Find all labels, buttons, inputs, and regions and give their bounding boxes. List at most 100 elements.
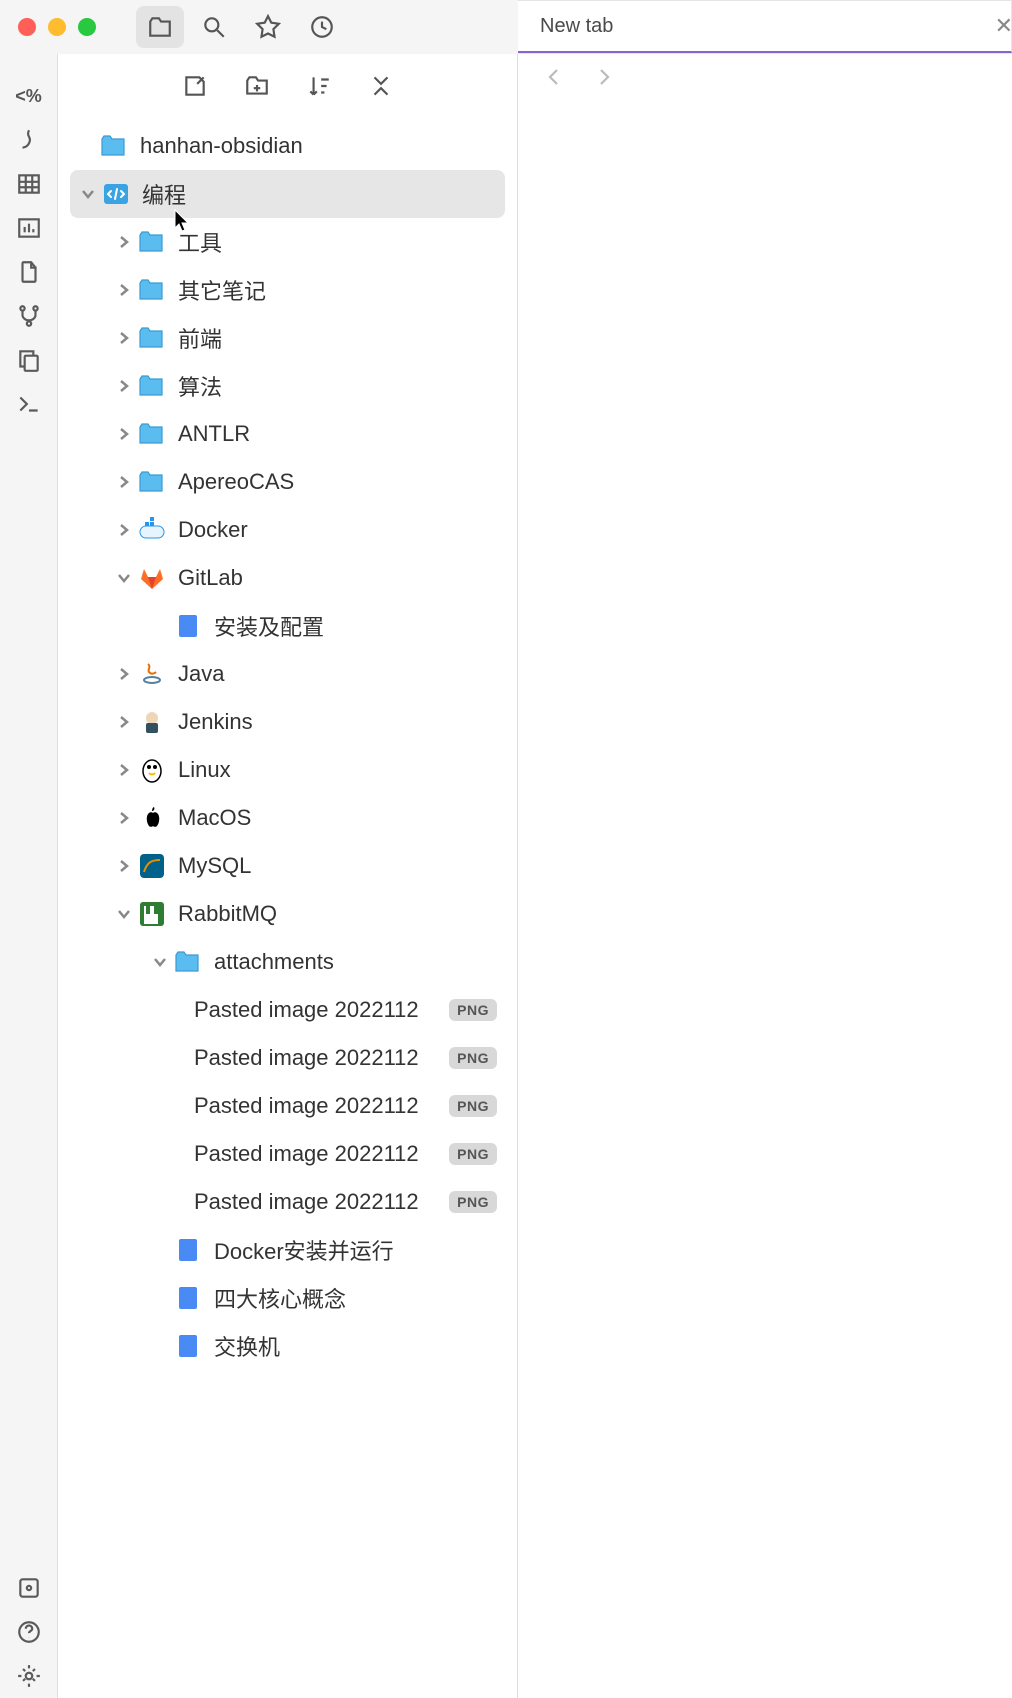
chevron-right-icon[interactable]: [112, 810, 136, 826]
folder-item[interactable]: MacOS: [70, 794, 505, 842]
star-icon[interactable]: [244, 6, 292, 48]
close-window-button[interactable]: [18, 18, 36, 36]
collapse-icon[interactable]: [361, 66, 401, 106]
folder-item[interactable]: 其它笔记: [70, 266, 505, 314]
item-label: Pasted image 2022112: [194, 1189, 443, 1215]
close-tab-icon[interactable]: ✕: [995, 13, 1012, 39]
chevron-right-icon[interactable]: [112, 666, 136, 682]
item-label: 安装及配置: [214, 610, 497, 642]
file-item[interactable]: Pasted image 2022112PNG: [70, 986, 505, 1034]
folder-item[interactable]: 算法: [70, 362, 505, 410]
chevron-right-icon[interactable]: [112, 282, 136, 298]
folder-item[interactable]: Jenkins: [70, 698, 505, 746]
bar-chart-icon[interactable]: [9, 206, 49, 250]
file-diff-icon[interactable]: [9, 250, 49, 294]
clock-icon[interactable]: [298, 6, 346, 48]
help-icon[interactable]: [9, 1610, 49, 1654]
item-label: Pasted image 2022112: [194, 997, 443, 1023]
file-item[interactable]: Pasted image 2022112PNG: [70, 1034, 505, 1082]
chevron-right-icon[interactable]: [112, 234, 136, 250]
folder-item[interactable]: attachments: [70, 938, 505, 986]
vault-icon[interactable]: [9, 1566, 49, 1610]
nav-forward-icon[interactable]: [592, 65, 616, 94]
item-label: 前端: [178, 322, 497, 354]
item-label: Docker安装并运行: [214, 1234, 497, 1266]
minimize-window-button[interactable]: [48, 18, 66, 36]
chevron-down-icon[interactable]: [148, 954, 172, 970]
folder-item[interactable]: Docker: [70, 506, 505, 554]
chevron-down-icon[interactable]: [112, 570, 136, 586]
tab-new[interactable]: New tab ✕: [518, 0, 1012, 53]
item-label: 编程: [142, 178, 497, 210]
note-item[interactable]: Docker安装并运行: [70, 1226, 505, 1274]
item-label: 其它笔记: [178, 274, 497, 306]
chevron-right-icon[interactable]: [112, 378, 136, 394]
branch-icon[interactable]: [9, 294, 49, 338]
folder-item[interactable]: MySQL: [70, 842, 505, 890]
item-label: attachments: [214, 949, 497, 975]
file-ext-badge: PNG: [449, 1191, 497, 1213]
file-ext-badge: PNG: [449, 1143, 497, 1165]
doc-icon: [172, 1282, 204, 1314]
file-explorer-panel: hanhan-obsidian 编程工具其它笔记前端算法 ANTLR ApereoC…: [58, 54, 518, 1698]
left-ribbon: <%: [0, 54, 58, 1698]
folder-item[interactable]: ANTLR: [70, 410, 505, 458]
editor-area: New tab ✕: [518, 0, 1012, 1698]
chevron-right-icon[interactable]: [112, 474, 136, 490]
item-label: ANTLR: [178, 421, 497, 447]
apple-icon: [136, 802, 168, 834]
chevron-right-icon[interactable]: [112, 762, 136, 778]
folder-item[interactable]: Java: [70, 650, 505, 698]
new-folder-icon[interactable]: [237, 66, 277, 106]
item-label: GitLab: [178, 565, 497, 591]
chevron-right-icon[interactable]: [112, 426, 136, 442]
folder-item[interactable]: 编程: [70, 170, 505, 218]
java-icon: [136, 658, 168, 690]
chevron-right-icon[interactable]: [112, 714, 136, 730]
file-item[interactable]: Pasted image 2022112PNG: [70, 1082, 505, 1130]
note-item[interactable]: 四大核心概念: [70, 1274, 505, 1322]
table-icon[interactable]: [9, 162, 49, 206]
file-item[interactable]: Pasted image 2022112PNG: [70, 1130, 505, 1178]
titlebar-actions: [136, 6, 346, 48]
folder-item[interactable]: ApereoCAS: [70, 458, 505, 506]
chevron-down-icon[interactable]: [112, 906, 136, 922]
chevron-down-icon[interactable]: [76, 186, 100, 202]
folder-icon: [136, 274, 168, 306]
doc-icon: [172, 1234, 204, 1266]
doc-icon: [172, 1330, 204, 1362]
new-note-icon[interactable]: [175, 66, 215, 106]
files-icon[interactable]: [136, 6, 184, 48]
settings-icon[interactable]: [9, 1654, 49, 1698]
folder-item[interactable]: GitLab: [70, 554, 505, 602]
folder-item[interactable]: Linux: [70, 746, 505, 794]
template-icon[interactable]: <%: [9, 74, 49, 118]
folder-icon: [136, 466, 168, 498]
note-item[interactable]: 安装及配置: [70, 602, 505, 650]
file-ext-badge: PNG: [449, 1047, 497, 1069]
folder-icon: [136, 418, 168, 450]
chevron-right-icon[interactable]: [112, 330, 136, 346]
copy-icon[interactable]: [9, 338, 49, 382]
folder-item[interactable]: 工具: [70, 218, 505, 266]
chevron-right-icon[interactable]: [112, 522, 136, 538]
folder-item[interactable]: 前端: [70, 314, 505, 362]
item-label: MySQL: [178, 853, 497, 879]
zoom-window-button[interactable]: [78, 18, 96, 36]
gitlab-icon: [136, 562, 168, 594]
file-tree: hanhan-obsidian 编程工具其它笔记前端算法 ANTLR ApereoC…: [58, 118, 517, 1370]
file-item[interactable]: Pasted image 2022112 PNG: [70, 1178, 505, 1226]
terminal-icon[interactable]: [9, 382, 49, 426]
chevron-right-icon[interactable]: [112, 858, 136, 874]
folder-item[interactable]: RabbitMQ: [70, 890, 505, 938]
search-icon[interactable]: [190, 6, 238, 48]
vault-root[interactable]: hanhan-obsidian: [70, 122, 505, 170]
nav-back-icon[interactable]: [542, 65, 566, 94]
jenkins-icon: [136, 706, 168, 738]
sort-icon[interactable]: [299, 66, 339, 106]
item-label: MacOS: [178, 805, 497, 831]
note-item[interactable]: 交换机: [70, 1322, 505, 1370]
draw-icon[interactable]: [9, 118, 49, 162]
item-label: Jenkins: [178, 709, 497, 735]
file-panel-toolbar: [58, 54, 517, 118]
